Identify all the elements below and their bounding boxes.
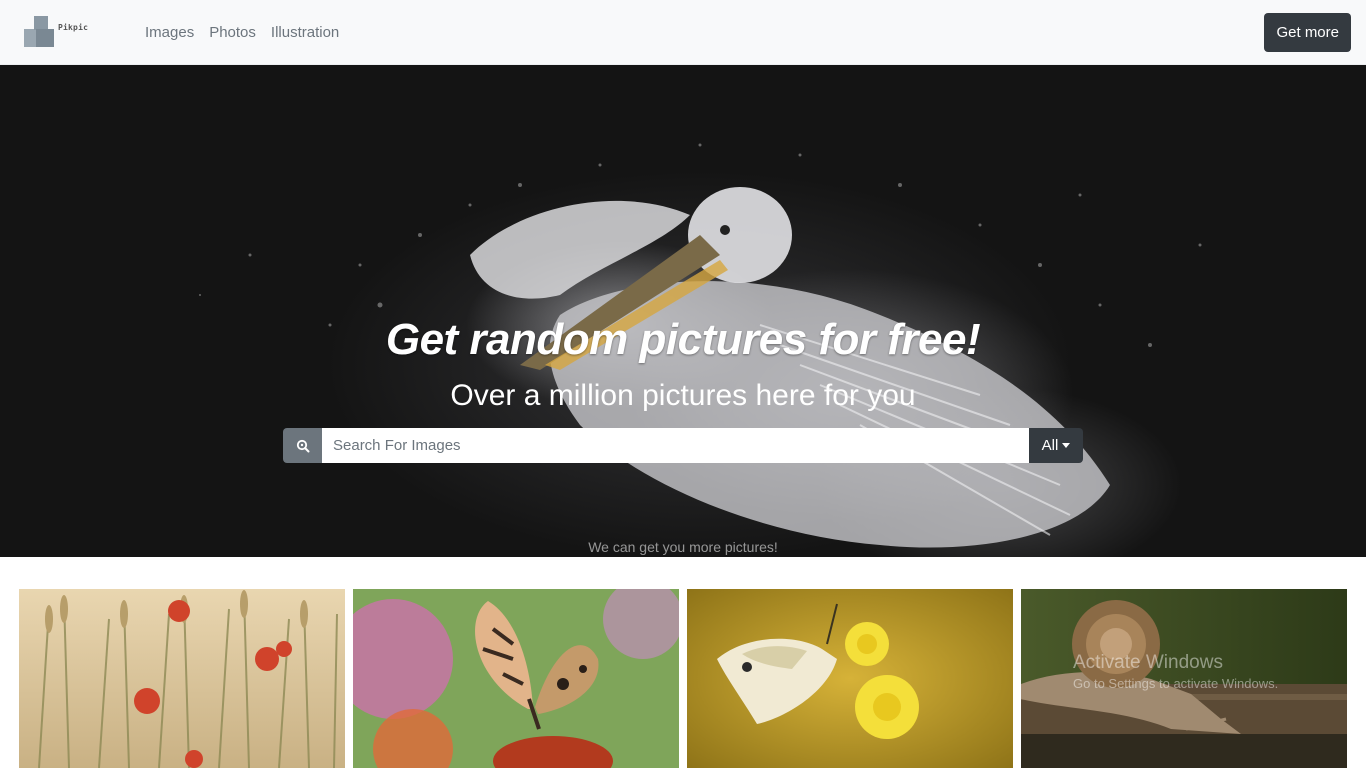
nav-link-images[interactable]: Images bbox=[145, 24, 194, 41]
category-dropdown[interactable]: All bbox=[1029, 428, 1083, 463]
search-bar: All bbox=[283, 428, 1083, 463]
chevron-down-icon bbox=[1062, 443, 1071, 448]
image-gallery bbox=[19, 589, 1349, 768]
gallery-image-snail bbox=[1021, 589, 1347, 768]
search-input[interactable] bbox=[322, 428, 1029, 463]
gallery-image-poppies bbox=[19, 589, 345, 768]
nav-links: Images Photos Illustration bbox=[145, 24, 354, 41]
hero-banner: Get random pictures for free! Over a mil… bbox=[0, 65, 1366, 557]
gallery-card[interactable] bbox=[19, 589, 345, 768]
nav-link-photos[interactable]: Photos bbox=[209, 24, 256, 41]
gallery-card[interactable] bbox=[687, 589, 1013, 768]
hero-background-image bbox=[199, 143, 1202, 548]
category-dropdown-label: All bbox=[1041, 437, 1059, 454]
get-more-button[interactable]: Get more bbox=[1264, 13, 1351, 52]
gallery-card[interactable] bbox=[353, 589, 679, 768]
brand-logo[interactable]: Pikpic bbox=[22, 16, 92, 50]
hero-footnote: We can get you more pictures! bbox=[588, 539, 778, 555]
search-button[interactable] bbox=[283, 428, 322, 463]
logo-mark-part bbox=[34, 16, 48, 30]
nav-link-illustration[interactable]: Illustration bbox=[271, 24, 339, 41]
brand-name: Pikpic bbox=[58, 23, 89, 32]
gallery-card[interactable] bbox=[1021, 589, 1347, 768]
hero-subtitle: Over a million pictures here for you bbox=[450, 379, 916, 412]
logo-mark-part bbox=[36, 29, 54, 47]
hero-title: Get random pictures for free! bbox=[385, 315, 981, 364]
gallery-image-butterfly bbox=[353, 589, 679, 768]
search-icon bbox=[296, 439, 309, 452]
gallery-image-white-butterfly bbox=[687, 589, 1013, 768]
top-navbar: Pikpic Images Photos Illustration Get mo… bbox=[0, 0, 1366, 65]
